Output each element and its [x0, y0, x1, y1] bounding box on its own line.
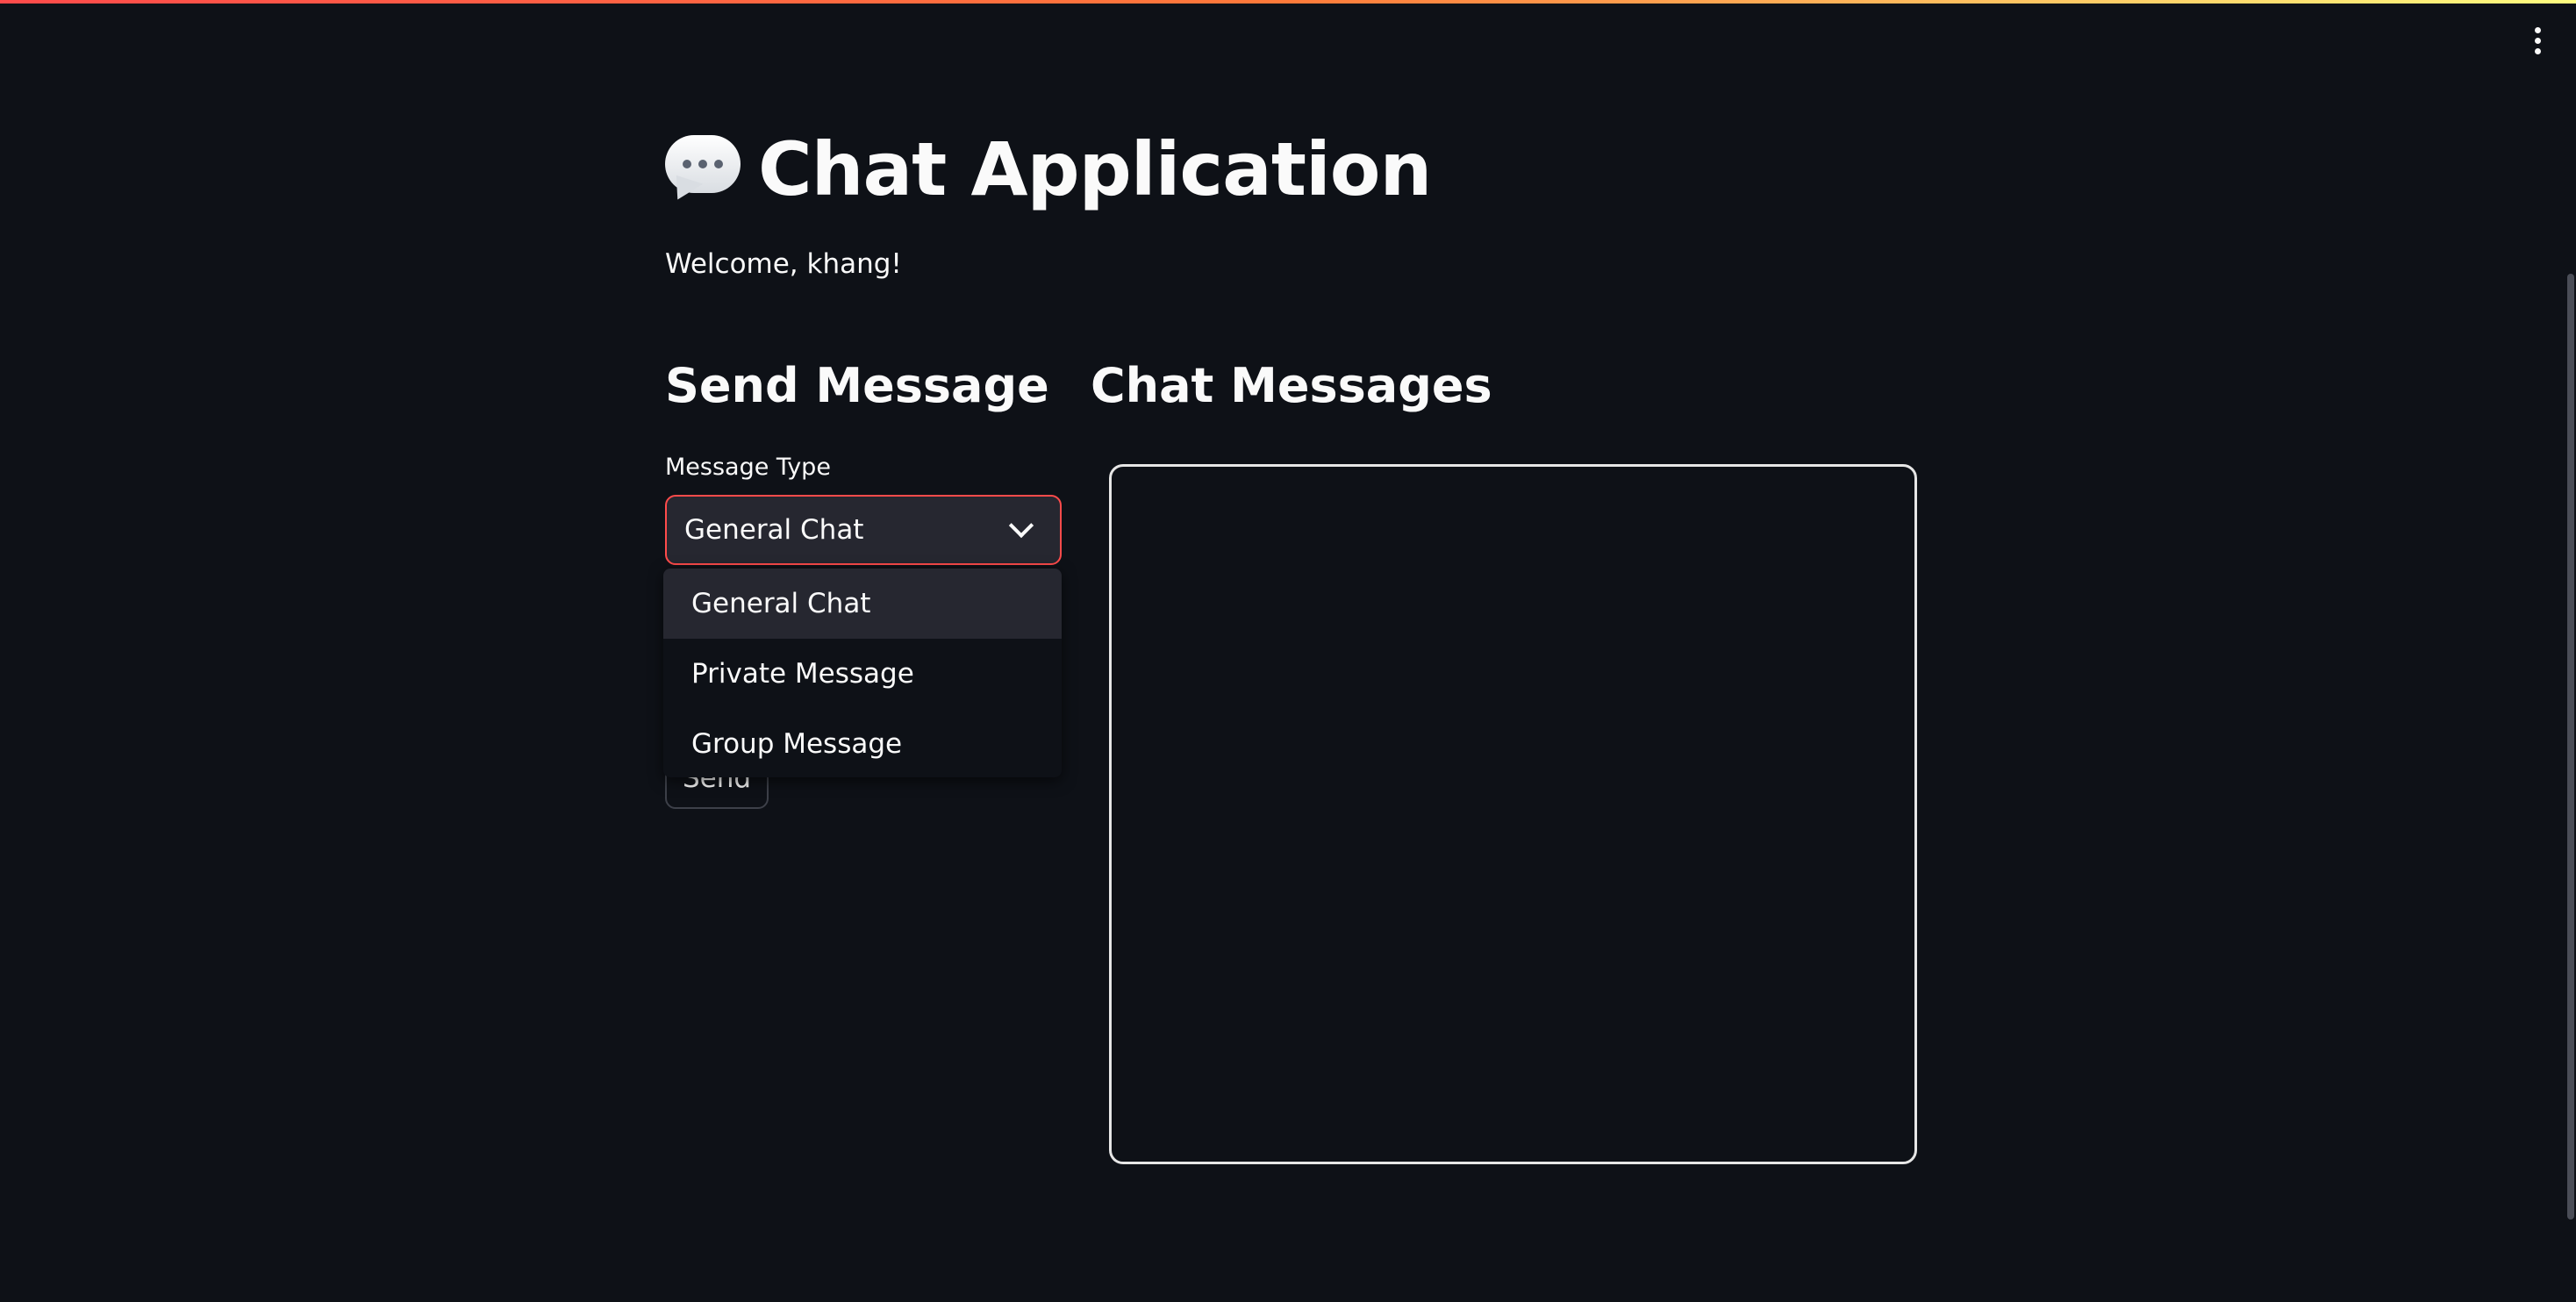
chat-messages-heading: Chat Messages: [1091, 358, 1492, 413]
top-decoration-bar: [0, 0, 2576, 4]
option-private-message[interactable]: Private Message: [663, 639, 1062, 709]
option-group-message[interactable]: Group Message: [663, 709, 1062, 777]
speech-bubble-icon: [665, 135, 742, 206]
welcome-text: Welcome, khang!: [665, 248, 902, 280]
page-title: Chat Application: [665, 121, 1432, 218]
option-general-chat[interactable]: General Chat: [663, 569, 1062, 639]
message-type-select[interactable]: General Chat: [665, 495, 1062, 565]
message-type-selected-value: General Chat: [684, 514, 864, 546]
chevron-down-icon[interactable]: [1008, 512, 1034, 539]
page-title-text: Chat Application: [758, 126, 1432, 212]
message-type-dropdown: General Chat Private Message Group Messa…: [663, 569, 1062, 777]
message-type-label: Message Type: [665, 454, 831, 481]
main-menu-icon[interactable]: [2520, 23, 2555, 58]
scrollbar-thumb[interactable]: [2567, 274, 2574, 1220]
scrollbar[interactable]: [2565, 0, 2576, 1302]
send-message-heading: Send Message: [665, 358, 1049, 413]
chat-messages-container[interactable]: [1109, 464, 1917, 1164]
